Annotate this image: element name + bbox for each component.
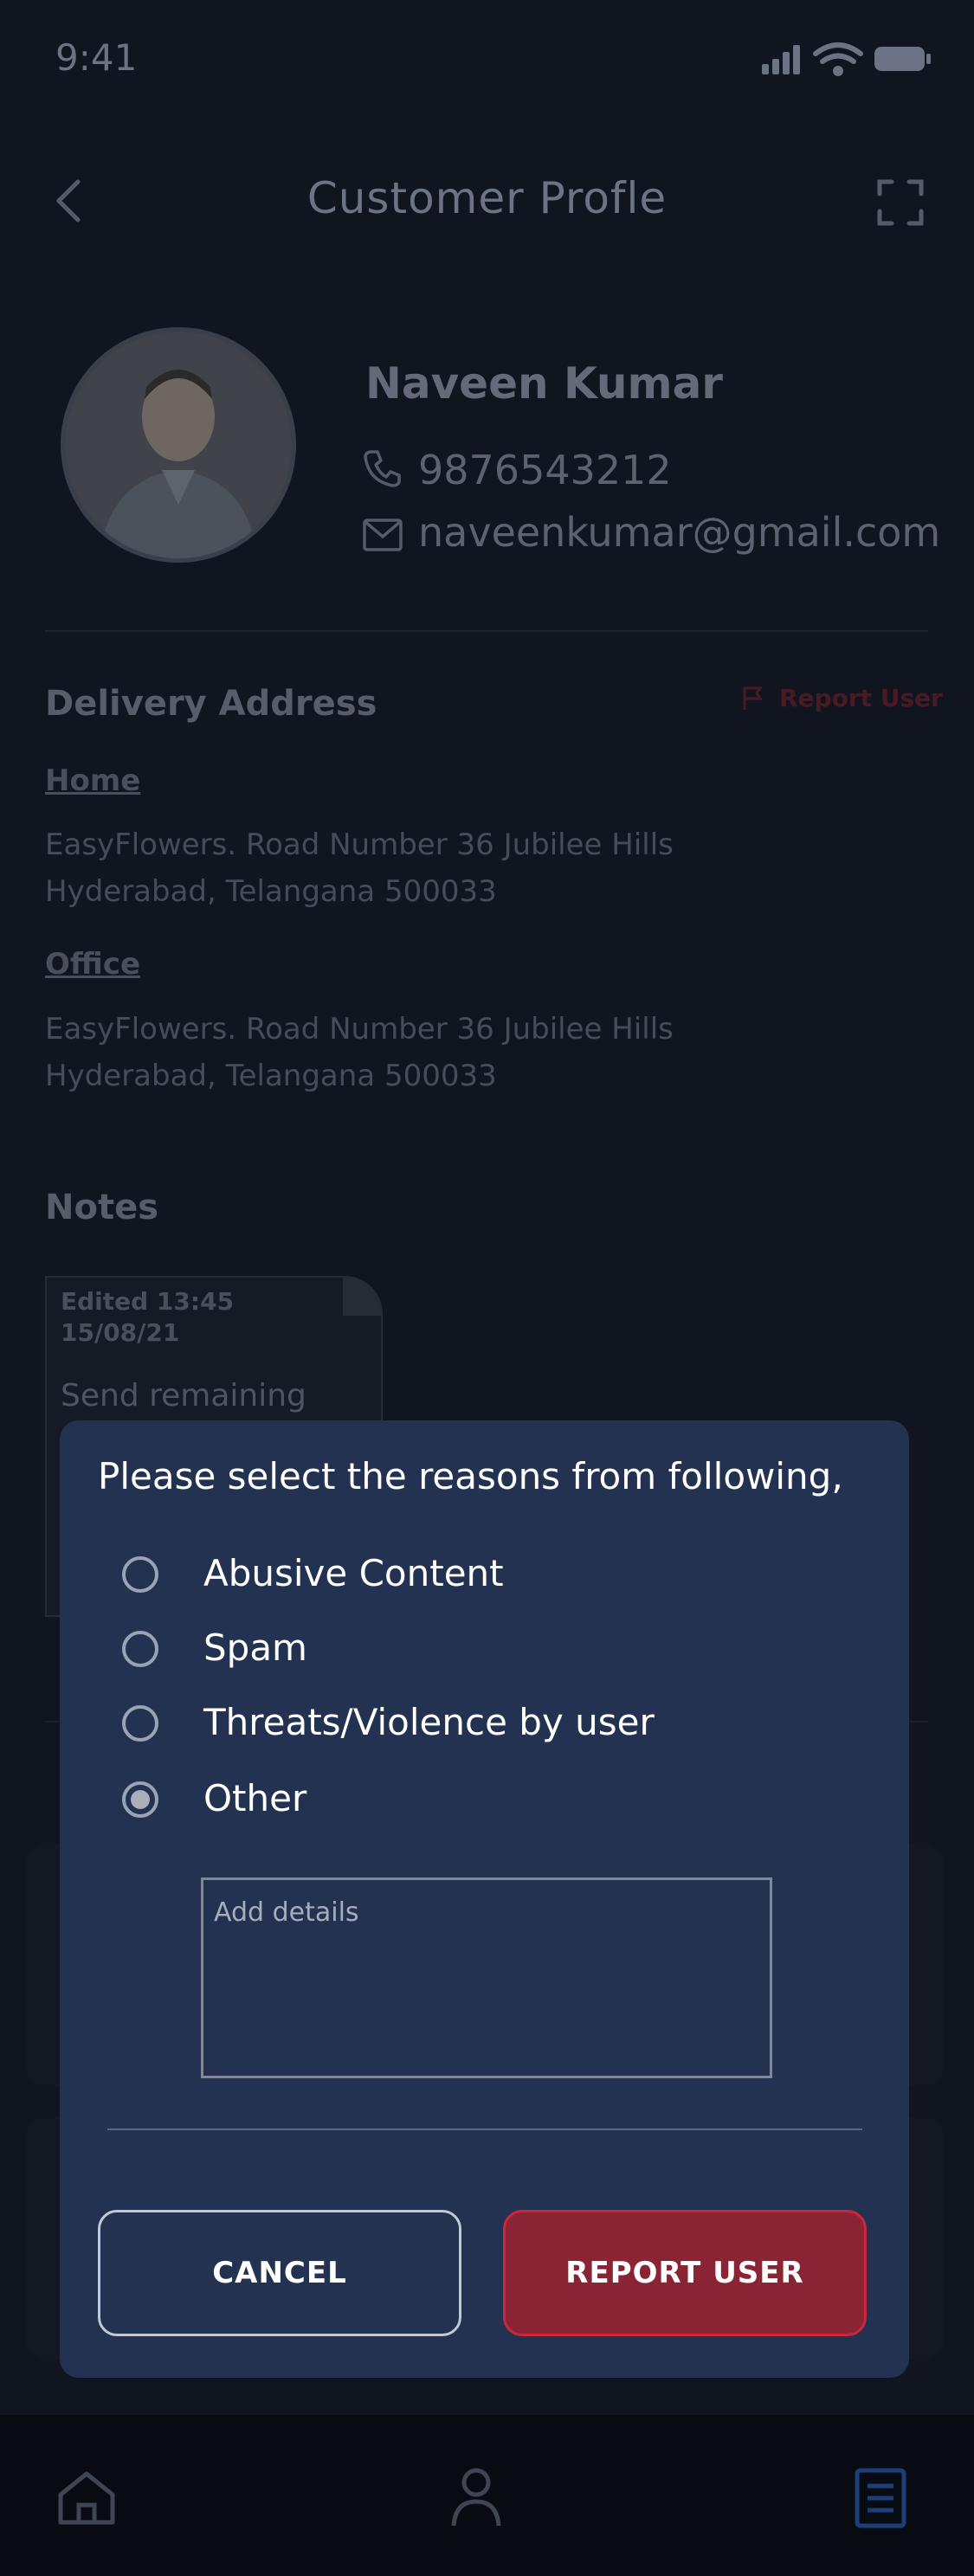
radio-button-selected[interactable] — [122, 1781, 158, 1818]
customer-name: Naveen Kumar — [365, 358, 723, 409]
note-timestamp: Edited 13:45 15/08/21 — [61, 1286, 234, 1349]
address-line: EasyFlowers. Road Number 36 Jubilee Hill… — [45, 1012, 674, 1046]
option-label: Threats/Violence by user — [203, 1701, 655, 1743]
delivery-address-heading: Delivery Address — [45, 684, 377, 724]
mail-icon — [363, 518, 403, 551]
address-label-home: Home — [45, 763, 141, 798]
customer-phone[interactable]: 9876543212 — [418, 447, 672, 493]
address-label-office: Office — [45, 947, 141, 982]
radio-button[interactable] — [122, 1705, 158, 1742]
radio-button[interactable] — [122, 1556, 158, 1593]
wifi-icon — [813, 42, 863, 76]
reason-option-threats-violence[interactable]: Threats/Violence by user — [122, 1701, 884, 1753]
signal-icon — [762, 45, 800, 74]
customer-email[interactable]: naveenkumar@gmail.com — [418, 509, 940, 556]
details-input[interactable] — [201, 1877, 772, 2078]
address-line: Hyderabad, Telangana 500033 — [45, 1059, 497, 1093]
avatar-photo — [65, 332, 292, 558]
note-fold — [343, 1278, 381, 1316]
divider — [45, 630, 928, 632]
status-time: 9:41 — [55, 36, 138, 79]
battery-icon — [874, 47, 931, 71]
option-label: Other — [203, 1777, 307, 1819]
home-icon[interactable] — [55, 2469, 118, 2526]
page-title: Customer Profle — [306, 173, 668, 223]
dialog-divider — [107, 2128, 862, 2130]
address-line: Hyderabad, Telangana 500033 — [45, 874, 497, 909]
reason-option-spam[interactable]: Spam — [122, 1626, 884, 1678]
report-user-link[interactable]: Report User — [779, 684, 943, 712]
profile-icon[interactable] — [450, 2465, 502, 2528]
dialog-title: Please select the reasons from following… — [98, 1455, 843, 1497]
note-text: Send remaining — [61, 1378, 306, 1414]
cancel-button[interactable]: CANCEL — [98, 2210, 461, 2336]
expand-icon[interactable] — [874, 177, 926, 229]
radio-button[interactable] — [122, 1631, 158, 1667]
report-user-button[interactable]: REPORT USER — [503, 2210, 867, 2336]
note-edited-date: 15/08/21 — [61, 1318, 180, 1347]
option-label: Abusive Content — [203, 1552, 504, 1594]
notes-heading: Notes — [45, 1188, 159, 1227]
phone-icon — [364, 450, 401, 487]
avatar — [61, 327, 296, 563]
note-edited-time: Edited 13:45 — [61, 1287, 235, 1316]
orders-icon[interactable] — [854, 2467, 907, 2529]
reason-option-other[interactable]: Other — [122, 1777, 884, 1829]
status-icons — [762, 42, 931, 76]
report-reason-dialog: Please select the reasons from following… — [60, 1420, 909, 2378]
flag-icon — [743, 686, 763, 710]
address-line: EasyFlowers. Road Number 36 Jubilee Hill… — [45, 828, 674, 862]
option-label: Spam — [203, 1626, 307, 1669]
reason-option-abusive-content[interactable]: Abusive Content — [122, 1552, 884, 1604]
